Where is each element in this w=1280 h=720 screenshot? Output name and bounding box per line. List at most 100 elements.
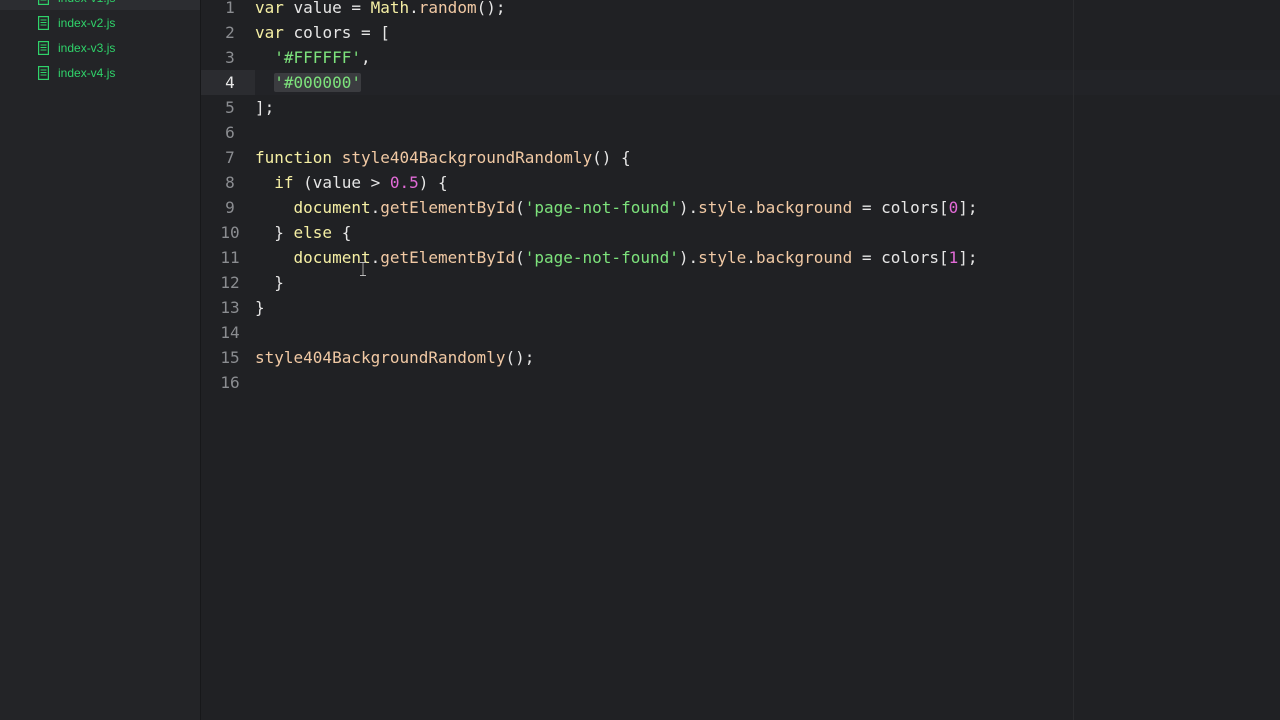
code-token: (); <box>476 0 506 17</box>
code-token: } <box>255 298 265 317</box>
code-token: } <box>255 273 284 292</box>
text-cursor-icon <box>360 262 366 276</box>
code-token: } <box>255 223 294 242</box>
code-line[interactable]: ]; <box>255 95 1280 120</box>
wrap-guide <box>1073 0 1074 720</box>
code-token: 0.5 <box>389 173 419 192</box>
code-area[interactable]: var value = Math.random(); var colors = [… <box>255 0 1280 395</box>
line-number: 3 <box>225 48 235 67</box>
code-line[interactable]: } else { <box>255 220 1280 245</box>
code-token: else <box>293 223 333 242</box>
code-line[interactable]: '#FFFFFF', <box>255 45 1280 70</box>
editor-window: index-v1.js index-v2.js index-v3.js index-v… <box>0 0 1280 720</box>
file-item[interactable]: index-v4.js <box>0 60 200 85</box>
code-token: { <box>332 223 352 242</box>
code-token: if <box>274 173 294 192</box>
code-token: getElementById <box>380 248 516 267</box>
code-line[interactable]: var value = Math.random(); <box>255 0 1280 20</box>
code-token: 1 <box>948 248 959 267</box>
code-token: ( <box>515 198 525 217</box>
code-token: colors = [ <box>283 23 390 42</box>
code-line[interactable] <box>255 320 1280 345</box>
code-line[interactable]: style404BackgroundRandomly(); <box>255 345 1280 370</box>
line-number: 15 <box>220 348 240 367</box>
file-text-icon <box>38 0 49 5</box>
file-item[interactable]: index-v1.js <box>0 0 200 10</box>
file-label: index-v3.js <box>58 40 116 55</box>
file-list: index-v1.js index-v2.js index-v3.js index-v… <box>0 0 200 85</box>
code-token: ). <box>678 198 699 217</box>
code-token: background <box>755 248 853 267</box>
code-token: ) { <box>418 173 448 192</box>
code-token: random <box>418 0 477 17</box>
code-token: ). <box>678 248 699 267</box>
code-line[interactable]: } <box>255 295 1280 320</box>
line-number: 4 <box>201 70 255 95</box>
code-token: value = <box>283 0 371 17</box>
code-token: var <box>255 0 284 17</box>
code-token: . <box>746 248 756 267</box>
file-label: index-v1.js <box>58 0 115 5</box>
code-line[interactable]: '#000000' <box>255 70 1280 95</box>
code-token: ]; <box>958 198 978 217</box>
code-token: = colors[ <box>852 198 949 217</box>
code-token: style404BackgroundRandomly <box>341 148 593 167</box>
file-text-icon <box>38 15 49 30</box>
code-line[interactable]: function style404BackgroundRandomly() { <box>255 145 1280 170</box>
code-token: . <box>370 248 381 267</box>
line-number: 11 <box>220 248 240 267</box>
code-token: var <box>255 23 284 42</box>
code-token: Math <box>370 0 410 17</box>
code-token: . <box>409 0 419 17</box>
code-token: ( <box>515 248 525 267</box>
code-token: (value > <box>293 173 390 192</box>
code-line[interactable]: if (value > 0.5) { <box>255 170 1280 195</box>
code-token: 'page-not-found' <box>524 198 679 217</box>
line-number: 7 <box>225 148 235 167</box>
code-token: ]; <box>255 98 275 117</box>
code-token: getElementById <box>380 198 516 217</box>
code-token: 'page-not-found' <box>524 248 679 267</box>
code-line[interactable]: } <box>255 270 1280 295</box>
code-token: background <box>755 198 853 217</box>
line-number: 6 <box>225 123 235 142</box>
line-number: 14 <box>220 323 240 342</box>
code-token: . <box>370 198 381 217</box>
line-number: 16 <box>220 373 240 392</box>
file-tree-sidebar: index-v1.js index-v2.js index-v3.js index-v… <box>0 0 201 720</box>
line-number: 12 <box>220 273 240 292</box>
line-number: 8 <box>225 173 235 192</box>
file-label: index-v2.js <box>58 15 116 30</box>
line-number: 9 <box>225 198 235 217</box>
code-line[interactable]: document.getElementById('page-not-found'… <box>255 195 1280 220</box>
code-token: function <box>255 148 333 167</box>
code-line[interactable] <box>255 120 1280 145</box>
line-number: 5 <box>225 98 235 117</box>
line-number: 1 <box>225 0 235 17</box>
file-label: index-v4.js <box>58 65 116 80</box>
file-item[interactable]: index-v2.js <box>0 10 200 35</box>
code-token: 0 <box>948 198 959 217</box>
code-token: . <box>746 198 756 217</box>
code-line[interactable] <box>255 370 1280 395</box>
code-token: '#000000' <box>274 73 361 92</box>
file-text-icon <box>38 40 49 55</box>
line-number: 2 <box>225 23 235 42</box>
code-editor[interactable]: 1 2 3 4 5 6 7 8 9 10 11 12 13 14 15 16 var value = Math… <box>201 0 1280 720</box>
code-line[interactable]: var colors = [ <box>255 20 1280 45</box>
code-token: ]; <box>958 248 978 267</box>
line-number-gutter: 1 2 3 4 5 6 7 8 9 10 11 12 13 14 15 16 <box>201 0 255 395</box>
code-line[interactable]: document.getElementById('page-not-found'… <box>255 245 1280 270</box>
file-text-icon <box>38 65 49 80</box>
line-number: 10 <box>220 223 240 242</box>
line-number: 13 <box>220 298 240 317</box>
file-item[interactable]: index-v3.js <box>0 35 200 60</box>
code-token: style404BackgroundRandomly <box>255 348 506 367</box>
code-token: () { <box>592 148 631 167</box>
